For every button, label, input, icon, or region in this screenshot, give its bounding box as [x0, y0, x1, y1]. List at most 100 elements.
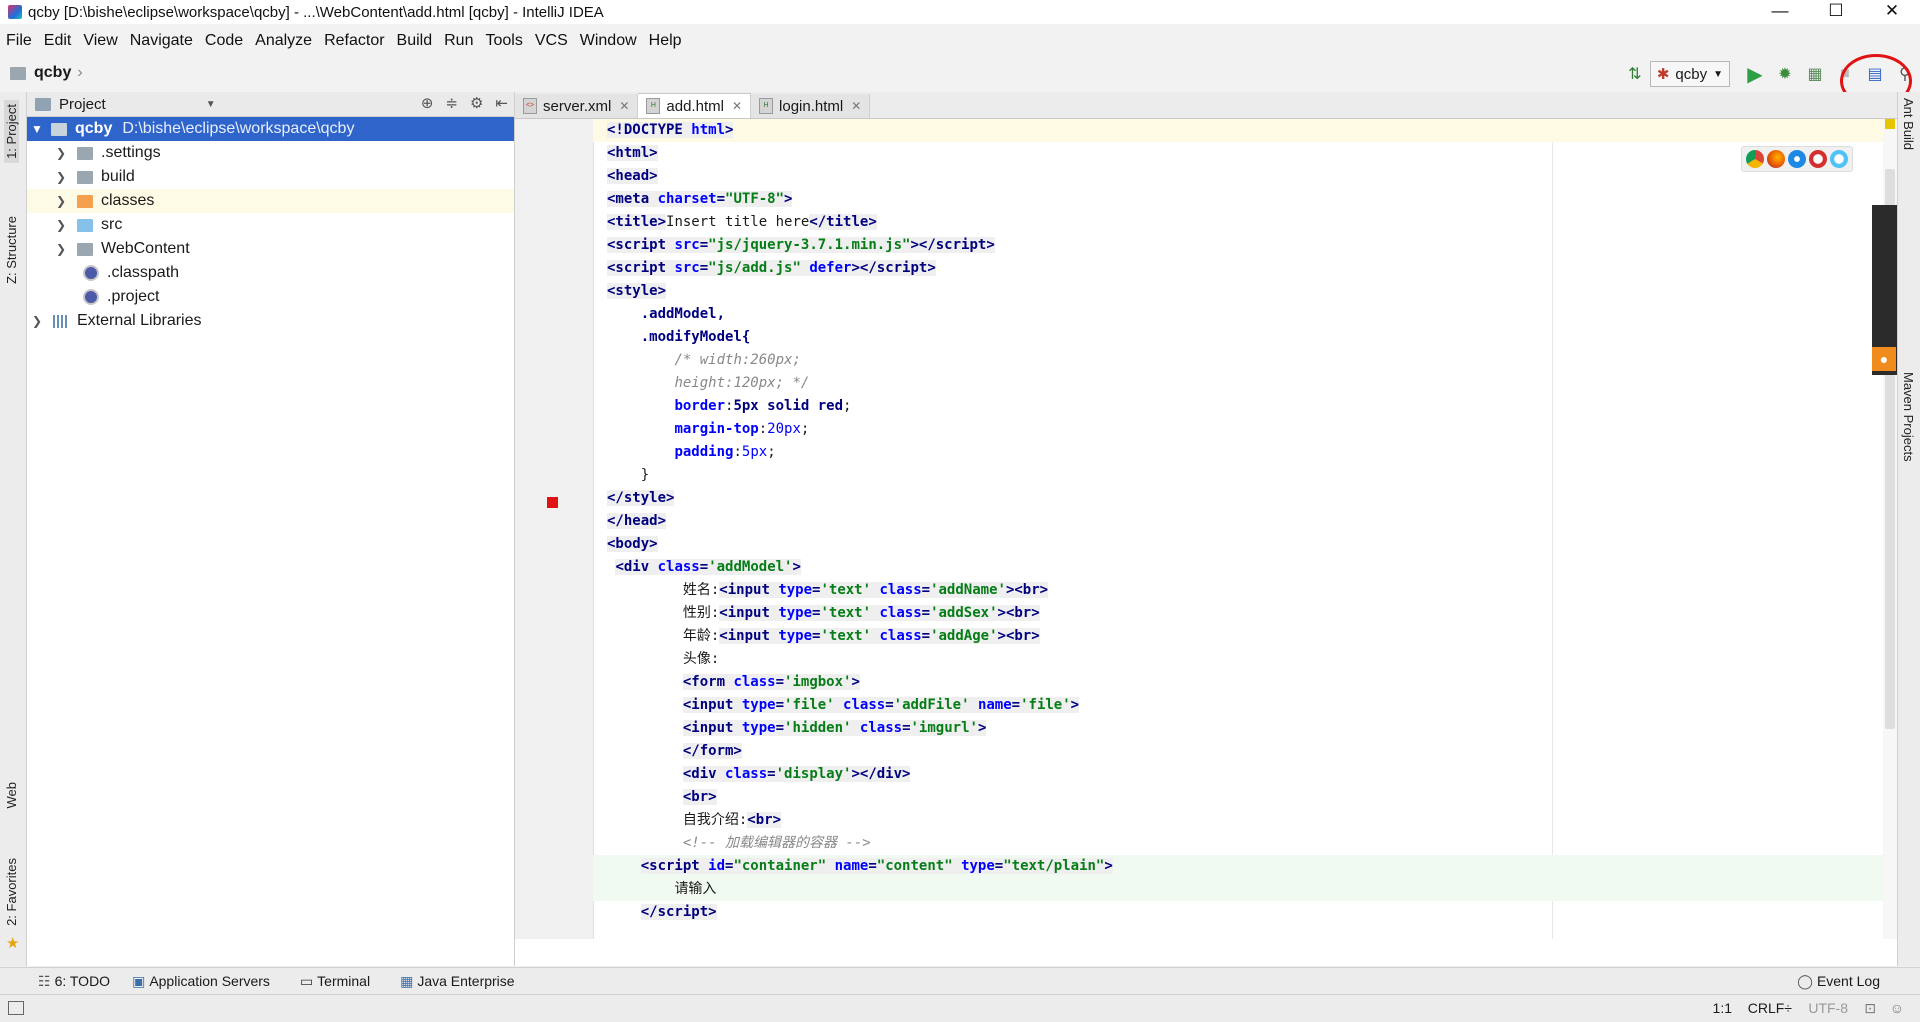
ie-icon[interactable]	[1830, 150, 1848, 168]
project-panel-tools: ⊕ ≑ ⚙ ⇤	[421, 94, 508, 112]
tree-item-label: build	[101, 168, 135, 185]
code-line: <!DOCTYPE html>	[607, 122, 734, 138]
menu-help[interactable]: Help	[643, 32, 688, 50]
chevron-right-icon[interactable]: ❯	[53, 146, 69, 160]
close-icon[interactable]: ✕	[619, 99, 629, 113]
code-line: margin-top:20px;	[674, 421, 810, 437]
code-line: <div class='display'></div>	[682, 766, 911, 782]
tab-maven-projects[interactable]: Maven Projects	[1901, 372, 1916, 462]
lock-icon[interactable]: ⊡	[1864, 1000, 1876, 1017]
safari-icon[interactable]	[1788, 150, 1806, 168]
sort-icon[interactable]: ⇅	[1620, 60, 1650, 88]
tab-favorites[interactable]: 2: Favorites	[4, 858, 19, 926]
code-line: <!-- 加载编辑器的容器 -->	[682, 835, 871, 851]
menu-code[interactable]: Code	[199, 32, 249, 50]
chevron-down-icon[interactable]: ▼	[29, 122, 45, 136]
menu-vcs[interactable]: VCS	[529, 32, 574, 50]
tab-project[interactable]: 1: Project	[4, 100, 19, 163]
toggle-tool-windows-icon[interactable]	[8, 1001, 24, 1015]
tree-root-path: D:\bishe\eclipse\workspace\qcby	[122, 120, 355, 137]
file-encoding[interactable]: UTF-8	[1808, 1000, 1848, 1016]
menu-file[interactable]: File	[0, 32, 38, 50]
menu-build[interactable]: Build	[391, 32, 439, 50]
breadcrumb-project[interactable]: qcby	[34, 64, 71, 82]
locate-icon[interactable]: ⊕	[421, 94, 434, 112]
title-bar: qcby [D:\bishe\eclipse\workspace\qcby] -…	[0, 0, 1920, 24]
minimize-icon[interactable]: —	[1752, 0, 1808, 22]
tree-item-label: .project	[107, 288, 160, 305]
tool-window-bar: ☷ 6: TODO ▣ Application Servers ▭ Terminal …	[0, 967, 1920, 994]
menu-analyze[interactable]: Analyze	[249, 32, 318, 50]
chrome-icon[interactable]	[1746, 150, 1764, 168]
gear-icon[interactable]: ⚙	[470, 94, 483, 112]
tree-item-project[interactable]: .project	[27, 285, 514, 309]
tree-item-src[interactable]: ❯ src	[27, 213, 514, 237]
firefox-icon[interactable]	[1767, 150, 1785, 168]
menu-view[interactable]: View	[77, 32, 123, 50]
user-icon[interactable]: ●	[1872, 347, 1896, 371]
tab-ant-build[interactable]: Ant Build	[1901, 98, 1916, 150]
chevron-right-icon[interactable]: ❯	[53, 194, 69, 208]
xml-file-icon: <>	[523, 98, 537, 114]
tree-item-classes[interactable]: ❯ classes	[27, 189, 514, 213]
tab-login-html[interactable]: H login.html ✕	[751, 94, 871, 118]
web-folder-icon	[77, 242, 93, 256]
cursor-position[interactable]: 1:1	[1713, 1000, 1732, 1016]
code-line: }	[640, 467, 650, 483]
todo-tab[interactable]: ☷ 6: TODO	[38, 973, 110, 990]
project-panel-title[interactable]: Project	[59, 96, 106, 113]
app-servers-tab[interactable]: ▣ Application Servers	[132, 973, 270, 990]
chevron-right-icon[interactable]: ❯	[53, 242, 69, 256]
run-icon[interactable]: ▶	[1740, 60, 1770, 88]
chevron-down-icon[interactable]: ▼	[206, 99, 216, 110]
tab-web[interactable]: Web	[4, 782, 19, 809]
hide-icon[interactable]: ⇤	[495, 94, 508, 112]
opera-icon[interactable]	[1809, 150, 1827, 168]
tree-item-build[interactable]: ❯ build	[27, 165, 514, 189]
tab-structure[interactable]: Z: Structure	[4, 216, 19, 284]
terminal-icon: ▭	[299, 972, 314, 989]
folder-icon	[77, 146, 93, 160]
line-separator[interactable]: CRLF÷	[1748, 1000, 1792, 1016]
debug-icon[interactable]: ✹	[1770, 60, 1800, 88]
coverage-icon[interactable]: ▦	[1800, 60, 1830, 88]
close-icon[interactable]: ✕	[1864, 0, 1920, 22]
code-line: <meta charset="UTF-8">	[607, 191, 793, 207]
code-line: 头像:	[682, 651, 720, 667]
breadcrumb[interactable]: qcby ›	[10, 64, 83, 82]
event-log-tab[interactable]: ◯ Event Log	[1797, 973, 1880, 990]
tab-add-html[interactable]: H add.html ✕	[638, 93, 752, 118]
collapse-icon[interactable]: ≑	[445, 94, 458, 112]
run-configuration-select[interactable]: ✱ qcby ▼	[1649, 61, 1730, 87]
tree-item-root[interactable]: ▼ qcby D:\bishe\eclipse\workspace\qcby	[27, 117, 514, 141]
tree-item-classpath[interactable]: .classpath	[27, 261, 514, 285]
maximize-icon[interactable]: ☐	[1808, 0, 1864, 22]
chevron-right-icon[interactable]: ❯	[53, 218, 69, 232]
folder-icon	[77, 170, 93, 184]
tree-item-webcontent[interactable]: ❯ WebContent	[27, 237, 514, 261]
chevron-right-icon[interactable]: ❯	[29, 314, 45, 328]
menu-refactor[interactable]: Refactor	[318, 32, 390, 50]
tab-server-xml[interactable]: <> server.xml ✕	[515, 94, 639, 118]
close-icon[interactable]: ✕	[732, 99, 742, 113]
close-icon[interactable]: ✕	[851, 99, 861, 113]
code-line: <html>	[607, 145, 658, 161]
tree-item-settings[interactable]: ❯ .settings	[27, 141, 514, 165]
menu-tools[interactable]: Tools	[479, 32, 528, 50]
java-enterprise-tab[interactable]: ▦ Java Enterprise	[400, 973, 515, 990]
menu-navigate[interactable]: Navigate	[124, 32, 199, 50]
menu-window[interactable]: Window	[574, 32, 643, 50]
warning-marker-icon[interactable]	[1885, 119, 1895, 129]
chevron-right-icon[interactable]: ❯	[53, 170, 69, 184]
tree-item-external-libraries[interactable]: ❯ External Libraries	[27, 309, 514, 333]
breakpoint-marker[interactable]	[547, 497, 558, 508]
inspector-icon[interactable]: ☺	[1890, 1000, 1904, 1016]
eclipse-file-icon	[83, 289, 99, 305]
code-area[interactable]: 1<!DOCTYPE html> 2<html> 3<head> 4<meta …	[593, 119, 1893, 939]
tree-item-label: classes	[101, 192, 155, 209]
terminal-tab[interactable]: ▭ Terminal	[300, 973, 370, 990]
menu-run[interactable]: Run	[438, 32, 479, 50]
browser-preview-bar	[1741, 146, 1853, 172]
menu-edit[interactable]: Edit	[38, 32, 78, 50]
code-line: <head>	[607, 168, 658, 184]
